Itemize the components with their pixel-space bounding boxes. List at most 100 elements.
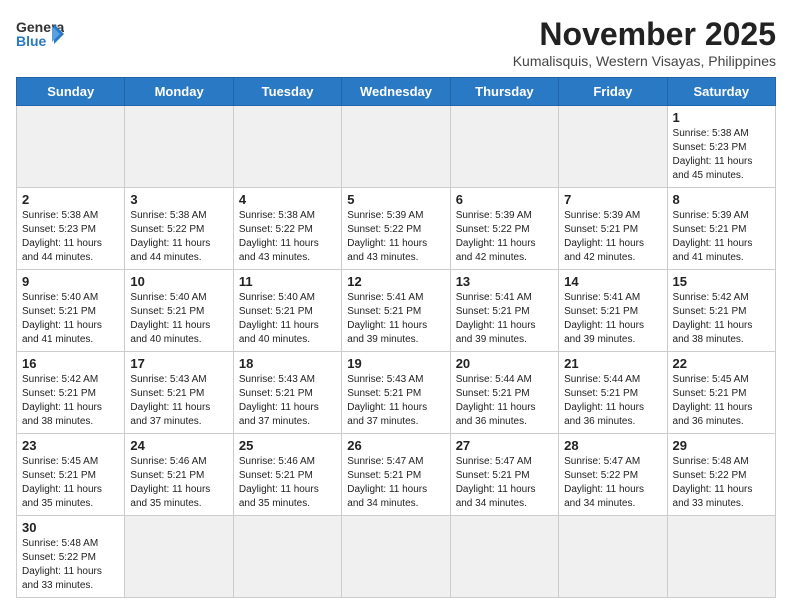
day-number: 1 <box>673 110 770 125</box>
day-number: 9 <box>22 274 119 289</box>
calendar-cell: 26 Sunrise: 5:47 AM Sunset: 5:21 PM Dayli… <box>342 434 450 516</box>
day-number: 25 <box>239 438 336 453</box>
day-number: 20 <box>456 356 553 371</box>
calendar-cell: 30 Sunrise: 5:48 AM Sunset: 5:22 PM Dayli… <box>17 516 125 598</box>
day-number: 28 <box>564 438 661 453</box>
day-number: 7 <box>564 192 661 207</box>
calendar-cell: 1Sunrise: 5:38 AM Sunset: 5:23 PM Daylig… <box>667 106 775 188</box>
calendar-cell: 3 Sunrise: 5:38 AM Sunset: 5:22 PM Daylig… <box>125 188 233 270</box>
calendar-week-row: 9 Sunrise: 5:40 AM Sunset: 5:21 PM Daylig… <box>17 270 776 352</box>
title-area: November 2025 Kumalisquis, Western Visay… <box>513 16 776 69</box>
calendar-cell: 4 Sunrise: 5:38 AM Sunset: 5:22 PM Daylig… <box>233 188 341 270</box>
calendar-cell: 16Sunrise: 5:42 AM Sunset: 5:21 PM Dayli… <box>17 352 125 434</box>
calendar-cell <box>125 516 233 598</box>
header: General Blue November 2025 Kumalisquis, … <box>16 16 776 69</box>
cell-info: Sunrise: 5:43 AM Sunset: 5:21 PM Dayligh… <box>130 373 227 429</box>
calendar-cell: 17 Sunrise: 5:43 AM Sunset: 5:21 PM Dayli… <box>125 352 233 434</box>
cell-info: Sunrise: 5:39 AM Sunset: 5:21 PM Dayligh… <box>673 209 770 265</box>
calendar-cell: 20Sunrise: 5:44 AM Sunset: 5:21 PM Dayli… <box>450 352 558 434</box>
calendar-cell: 22Sunrise: 5:45 AM Sunset: 5:21 PM Dayli… <box>667 352 775 434</box>
cell-info: Sunrise: 5:43 AM Sunset: 5:21 PM Dayligh… <box>347 373 444 429</box>
weekday-header: Tuesday <box>233 78 341 106</box>
cell-info: Sunrise: 5:38 AM Sunset: 5:22 PM Dayligh… <box>130 209 227 265</box>
calendar-cell <box>559 516 667 598</box>
day-number: 14 <box>564 274 661 289</box>
cell-info: Sunrise: 5:41 AM Sunset: 5:21 PM Dayligh… <box>347 291 444 347</box>
cell-info: Sunrise: 5:46 AM Sunset: 5:21 PM Dayligh… <box>130 455 227 511</box>
calendar-week-row: 1Sunrise: 5:38 AM Sunset: 5:23 PM Daylig… <box>17 106 776 188</box>
calendar-cell: 13 Sunrise: 5:41 AM Sunset: 5:21 PM Dayli… <box>450 270 558 352</box>
weekday-header: Wednesday <box>342 78 450 106</box>
calendar-cell: 29 Sunrise: 5:48 AM Sunset: 5:22 PM Dayli… <box>667 434 775 516</box>
day-number: 24 <box>130 438 227 453</box>
day-number: 23 <box>22 438 119 453</box>
day-number: 27 <box>456 438 553 453</box>
calendar-cell <box>342 516 450 598</box>
calendar-cell <box>125 106 233 188</box>
calendar-cell: 24 Sunrise: 5:46 AM Sunset: 5:21 PM Dayli… <box>125 434 233 516</box>
calendar-cell: 27 Sunrise: 5:47 AM Sunset: 5:21 PM Dayli… <box>450 434 558 516</box>
logo-icon: General Blue <box>16 16 64 56</box>
day-number: 21 <box>564 356 661 371</box>
calendar-week-row: 2 Sunrise: 5:38 AM Sunset: 5:23 PM Daylig… <box>17 188 776 270</box>
day-number: 12 <box>347 274 444 289</box>
calendar-cell: 19 Sunrise: 5:43 AM Sunset: 5:21 PM Dayli… <box>342 352 450 434</box>
day-number: 3 <box>130 192 227 207</box>
cell-info: Sunrise: 5:41 AM Sunset: 5:21 PM Dayligh… <box>456 291 553 347</box>
day-number: 2 <box>22 192 119 207</box>
cell-info: Sunrise: 5:40 AM Sunset: 5:21 PM Dayligh… <box>22 291 119 347</box>
day-number: 13 <box>456 274 553 289</box>
day-number: 6 <box>456 192 553 207</box>
cell-info: Sunrise: 5:41 AM Sunset: 5:21 PM Dayligh… <box>564 291 661 347</box>
cell-info: Sunrise: 5:47 AM Sunset: 5:21 PM Dayligh… <box>456 455 553 511</box>
day-number: 11 <box>239 274 336 289</box>
day-number: 5 <box>347 192 444 207</box>
day-number: 29 <box>673 438 770 453</box>
calendar-cell <box>450 516 558 598</box>
weekday-header-row: SundayMondayTuesdayWednesdayThursdayFrid… <box>17 78 776 106</box>
calendar-cell: 14 Sunrise: 5:41 AM Sunset: 5:21 PM Dayli… <box>559 270 667 352</box>
cell-info: Sunrise: 5:48 AM Sunset: 5:22 PM Dayligh… <box>673 455 770 511</box>
cell-info: Sunrise: 5:38 AM Sunset: 5:22 PM Dayligh… <box>239 209 336 265</box>
calendar-cell: 12 Sunrise: 5:41 AM Sunset: 5:21 PM Dayli… <box>342 270 450 352</box>
cell-info: Sunrise: 5:38 AM Sunset: 5:23 PM Dayligh… <box>22 209 119 265</box>
cell-info: Sunrise: 5:47 AM Sunset: 5:22 PM Dayligh… <box>564 455 661 511</box>
calendar-cell: 5Sunrise: 5:39 AM Sunset: 5:22 PM Daylig… <box>342 188 450 270</box>
weekday-header: Monday <box>125 78 233 106</box>
month-title: November 2025 <box>513 16 776 53</box>
calendar-cell: 8Sunrise: 5:39 AM Sunset: 5:21 PM Daylig… <box>667 188 775 270</box>
day-number: 4 <box>239 192 336 207</box>
cell-info: Sunrise: 5:47 AM Sunset: 5:21 PM Dayligh… <box>347 455 444 511</box>
calendar-table: SundayMondayTuesdayWednesdayThursdayFrid… <box>16 77 776 598</box>
cell-info: Sunrise: 5:42 AM Sunset: 5:21 PM Dayligh… <box>673 291 770 347</box>
calendar-week-row: 23 Sunrise: 5:45 AM Sunset: 5:21 PM Dayli… <box>17 434 776 516</box>
calendar-cell <box>233 516 341 598</box>
calendar-cell: 21Sunrise: 5:44 AM Sunset: 5:21 PM Dayli… <box>559 352 667 434</box>
calendar-cell: 18 Sunrise: 5:43 AM Sunset: 5:21 PM Dayli… <box>233 352 341 434</box>
calendar-cell <box>233 106 341 188</box>
day-number: 18 <box>239 356 336 371</box>
calendar-cell <box>342 106 450 188</box>
cell-info: Sunrise: 5:48 AM Sunset: 5:22 PM Dayligh… <box>22 537 119 593</box>
weekday-header: Saturday <box>667 78 775 106</box>
cell-info: Sunrise: 5:43 AM Sunset: 5:21 PM Dayligh… <box>239 373 336 429</box>
day-number: 17 <box>130 356 227 371</box>
day-number: 19 <box>347 356 444 371</box>
calendar-cell <box>559 106 667 188</box>
calendar-cell <box>667 516 775 598</box>
calendar-cell <box>450 106 558 188</box>
calendar-cell: 10Sunrise: 5:40 AM Sunset: 5:21 PM Dayli… <box>125 270 233 352</box>
cell-info: Sunrise: 5:42 AM Sunset: 5:21 PM Dayligh… <box>22 373 119 429</box>
calendar-cell: 2 Sunrise: 5:38 AM Sunset: 5:23 PM Daylig… <box>17 188 125 270</box>
day-number: 26 <box>347 438 444 453</box>
calendar-cell: 6Sunrise: 5:39 AM Sunset: 5:22 PM Daylig… <box>450 188 558 270</box>
cell-info: Sunrise: 5:45 AM Sunset: 5:21 PM Dayligh… <box>673 373 770 429</box>
calendar-cell: 9 Sunrise: 5:40 AM Sunset: 5:21 PM Daylig… <box>17 270 125 352</box>
day-number: 30 <box>22 520 119 535</box>
cell-info: Sunrise: 5:40 AM Sunset: 5:21 PM Dayligh… <box>130 291 227 347</box>
calendar-cell: 23 Sunrise: 5:45 AM Sunset: 5:21 PM Dayli… <box>17 434 125 516</box>
cell-info: Sunrise: 5:40 AM Sunset: 5:21 PM Dayligh… <box>239 291 336 347</box>
calendar-cell: 28 Sunrise: 5:47 AM Sunset: 5:22 PM Dayli… <box>559 434 667 516</box>
logo: General Blue <box>16 16 64 56</box>
cell-info: Sunrise: 5:45 AM Sunset: 5:21 PM Dayligh… <box>22 455 119 511</box>
